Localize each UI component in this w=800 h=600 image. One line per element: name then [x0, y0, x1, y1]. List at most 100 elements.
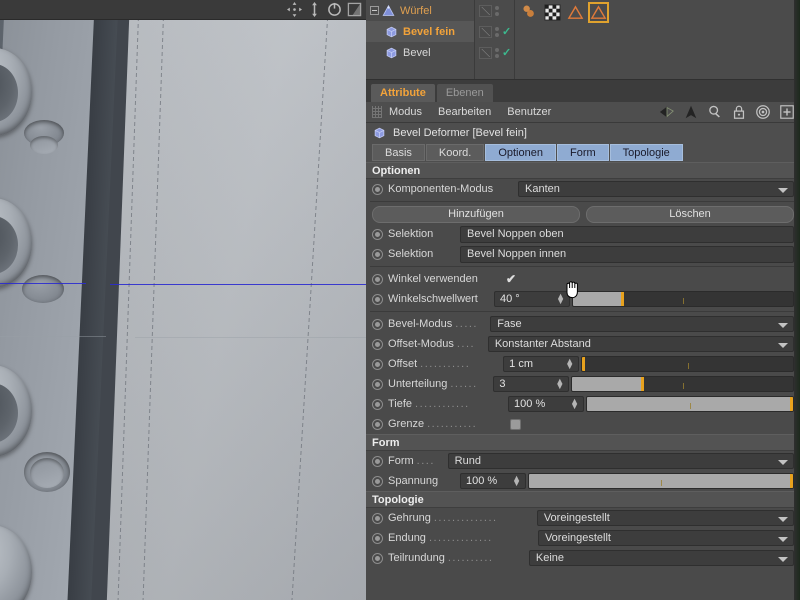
- chevron-down-icon[interactable]: [778, 537, 788, 542]
- tab-topologie[interactable]: Topologie: [609, 144, 683, 161]
- object-visibility-column[interactable]: ✓ ✓: [474, 0, 514, 79]
- spinner-icon[interactable]: ▲ ▼: [512, 474, 521, 488]
- target-icon[interactable]: [755, 104, 771, 120]
- slider-knob[interactable]: [640, 377, 644, 391]
- row-unterteilung[interactable]: Unterteilung ...... 3 ▲ ▼: [366, 374, 800, 394]
- row-gehrung[interactable]: Gehrung .............. Voreingestellt: [366, 508, 800, 528]
- combo-bevel-modus[interactable]: Fase: [490, 316, 794, 332]
- row-selektion-1[interactable]: Selektion Bevel Noppen oben: [366, 224, 800, 244]
- combo-komponenten-modus[interactable]: Kanten: [518, 181, 794, 197]
- add-box-icon[interactable]: [779, 104, 795, 120]
- row-winkelschwellwert[interactable]: Winkelschwellwert 40 ° ▲ ▼: [366, 289, 800, 309]
- chevron-down-icon[interactable]: [778, 557, 788, 562]
- chevron-down-icon[interactable]: [778, 323, 788, 328]
- enabled-check-icon[interactable]: ✓: [502, 46, 511, 59]
- up-arrow-icon[interactable]: [683, 104, 699, 120]
- slider-offset[interactable]: [581, 356, 794, 372]
- spinner-icon[interactable]: ▲ ▼: [555, 377, 564, 391]
- row-offset-modus[interactable]: Offset-Modus .... Konstanter Abstand: [366, 334, 800, 354]
- slider-knob[interactable]: [790, 397, 793, 411]
- numfield-unterteilung[interactable]: 3 ▲ ▼: [493, 376, 570, 392]
- row-offset[interactable]: Offset ........... 1 cm ▲ ▼: [366, 354, 800, 374]
- field-selektion-1[interactable]: Bevel Noppen oben: [460, 225, 794, 243]
- selection-triangle-icon[interactable]: [567, 4, 584, 21]
- back-arrow-icon[interactable]: [659, 104, 675, 120]
- object-tree[interactable]: Würfel Bevel fein Bevel: [366, 0, 474, 79]
- combo-endung[interactable]: Voreingestellt: [537, 530, 794, 546]
- tab-optionen[interactable]: Optionen: [485, 144, 556, 161]
- row-bevel-modus[interactable]: Bevel-Modus ..... Fase: [366, 314, 800, 334]
- visibility-row[interactable]: ✓: [475, 42, 514, 63]
- row-winkel-verwenden[interactable]: Winkel verwenden ✔: [366, 269, 800, 289]
- animate-bullet-icon[interactable]: [372, 183, 383, 195]
- object-row-bevel[interactable]: Bevel: [366, 42, 474, 63]
- delete-button[interactable]: Löschen: [586, 205, 794, 223]
- menu-modus[interactable]: Modus: [389, 106, 422, 118]
- checkerboard-icon[interactable]: [544, 4, 561, 21]
- rotate-icon[interactable]: [327, 2, 342, 17]
- maximize-icon[interactable]: [347, 2, 362, 17]
- combo-gehrung[interactable]: Voreingestellt: [536, 510, 794, 526]
- row-tiefe[interactable]: Tiefe ............ 100 % ▲ ▼: [366, 394, 800, 414]
- visibility-dots-icon[interactable]: [495, 5, 499, 16]
- row-spannung[interactable]: Spannung 100 % ▲ ▼: [366, 471, 800, 491]
- tab-form[interactable]: Form: [556, 144, 609, 161]
- numfield-offset[interactable]: 1 cm ▲ ▼: [503, 356, 580, 372]
- attribute-manager-tabbar[interactable]: Attribute Ebenen: [366, 80, 800, 102]
- animate-bullet-icon[interactable]: [372, 228, 383, 240]
- slider-knob[interactable]: [790, 474, 793, 488]
- slider-knob[interactable]: [582, 357, 586, 371]
- numfield-tiefe[interactable]: 100 % ▲ ▼: [508, 396, 585, 412]
- tab-attribute[interactable]: Attribute: [371, 84, 435, 102]
- viewport-3d-scene[interactable]: [0, 20, 366, 600]
- tab-koord[interactable]: Koord.: [425, 144, 485, 161]
- combo-offset-modus[interactable]: Konstanter Abstand: [487, 336, 794, 352]
- add-button[interactable]: Hinzufügen: [372, 205, 580, 223]
- row-selektion-2[interactable]: Selektion Bevel Noppen innen: [366, 244, 800, 264]
- row-add-delete-buttons[interactable]: Hinzufügen Löschen: [366, 204, 800, 224]
- tag-icon-row[interactable]: [521, 2, 800, 23]
- viewport-panel[interactable]: [0, 0, 366, 600]
- animate-bullet-icon[interactable]: [372, 273, 383, 285]
- chevron-down-icon[interactable]: [778, 517, 788, 522]
- animate-bullet-icon[interactable]: [372, 455, 383, 467]
- animate-bullet-icon[interactable]: [372, 398, 383, 410]
- expand-collapse-icon[interactable]: [370, 6, 379, 15]
- tab-basis[interactable]: Basis: [372, 144, 425, 161]
- enable-toggle-icon[interactable]: [479, 25, 492, 38]
- checkbox-winkel-verwenden[interactable]: ✔: [506, 273, 516, 285]
- object-manager[interactable]: Würfel Bevel fein Bevel ✓ ✓: [366, 0, 800, 80]
- row-endung[interactable]: Endung .............. Voreingestellt: [366, 528, 800, 548]
- search-icon[interactable]: [707, 104, 723, 120]
- object-row-bevel-fein[interactable]: Bevel fein: [366, 21, 474, 42]
- lock-icon[interactable]: [731, 104, 747, 120]
- numfield-winkelschwellwert[interactable]: 40 ° ▲ ▼: [494, 291, 570, 307]
- enable-toggle-icon[interactable]: [479, 4, 492, 17]
- combo-form[interactable]: Rund: [447, 453, 794, 469]
- enable-toggle-icon[interactable]: [479, 46, 492, 59]
- panel-grip-icon[interactable]: [372, 106, 382, 118]
- field-selektion-2[interactable]: Bevel Noppen innen: [460, 245, 794, 263]
- slider-knob[interactable]: [621, 292, 625, 306]
- enabled-check-icon[interactable]: ✓: [502, 25, 511, 38]
- animate-bullet-icon[interactable]: [372, 338, 383, 350]
- checkbox-grenze[interactable]: [510, 418, 522, 430]
- attribute-menubar[interactable]: Modus Bearbeiten Benutzer: [366, 102, 800, 123]
- slider-tiefe[interactable]: [586, 396, 794, 412]
- combo-teilrundung[interactable]: Keine: [528, 550, 794, 566]
- animate-bullet-icon[interactable]: [372, 378, 383, 390]
- animate-bullet-icon[interactable]: [372, 512, 383, 524]
- menu-benutzer[interactable]: Benutzer: [507, 106, 551, 118]
- animate-bullet-icon[interactable]: [372, 552, 383, 564]
- visibility-row[interactable]: [475, 0, 514, 21]
- material-sphere-icon[interactable]: [521, 4, 538, 21]
- row-komponenten-modus[interactable]: Komponenten-Modus Kanten: [366, 179, 800, 199]
- slider-unterteilung[interactable]: [571, 376, 794, 392]
- numfield-spannung[interactable]: 100 % ▲ ▼: [460, 473, 526, 489]
- animate-bullet-icon[interactable]: [372, 358, 383, 370]
- chevron-down-icon[interactable]: [778, 343, 788, 348]
- object-row-wuerfel[interactable]: Würfel: [366, 0, 474, 21]
- chevron-down-icon[interactable]: [778, 188, 788, 193]
- animate-bullet-icon[interactable]: [372, 532, 383, 544]
- spinner-icon[interactable]: ▲ ▼: [570, 397, 579, 411]
